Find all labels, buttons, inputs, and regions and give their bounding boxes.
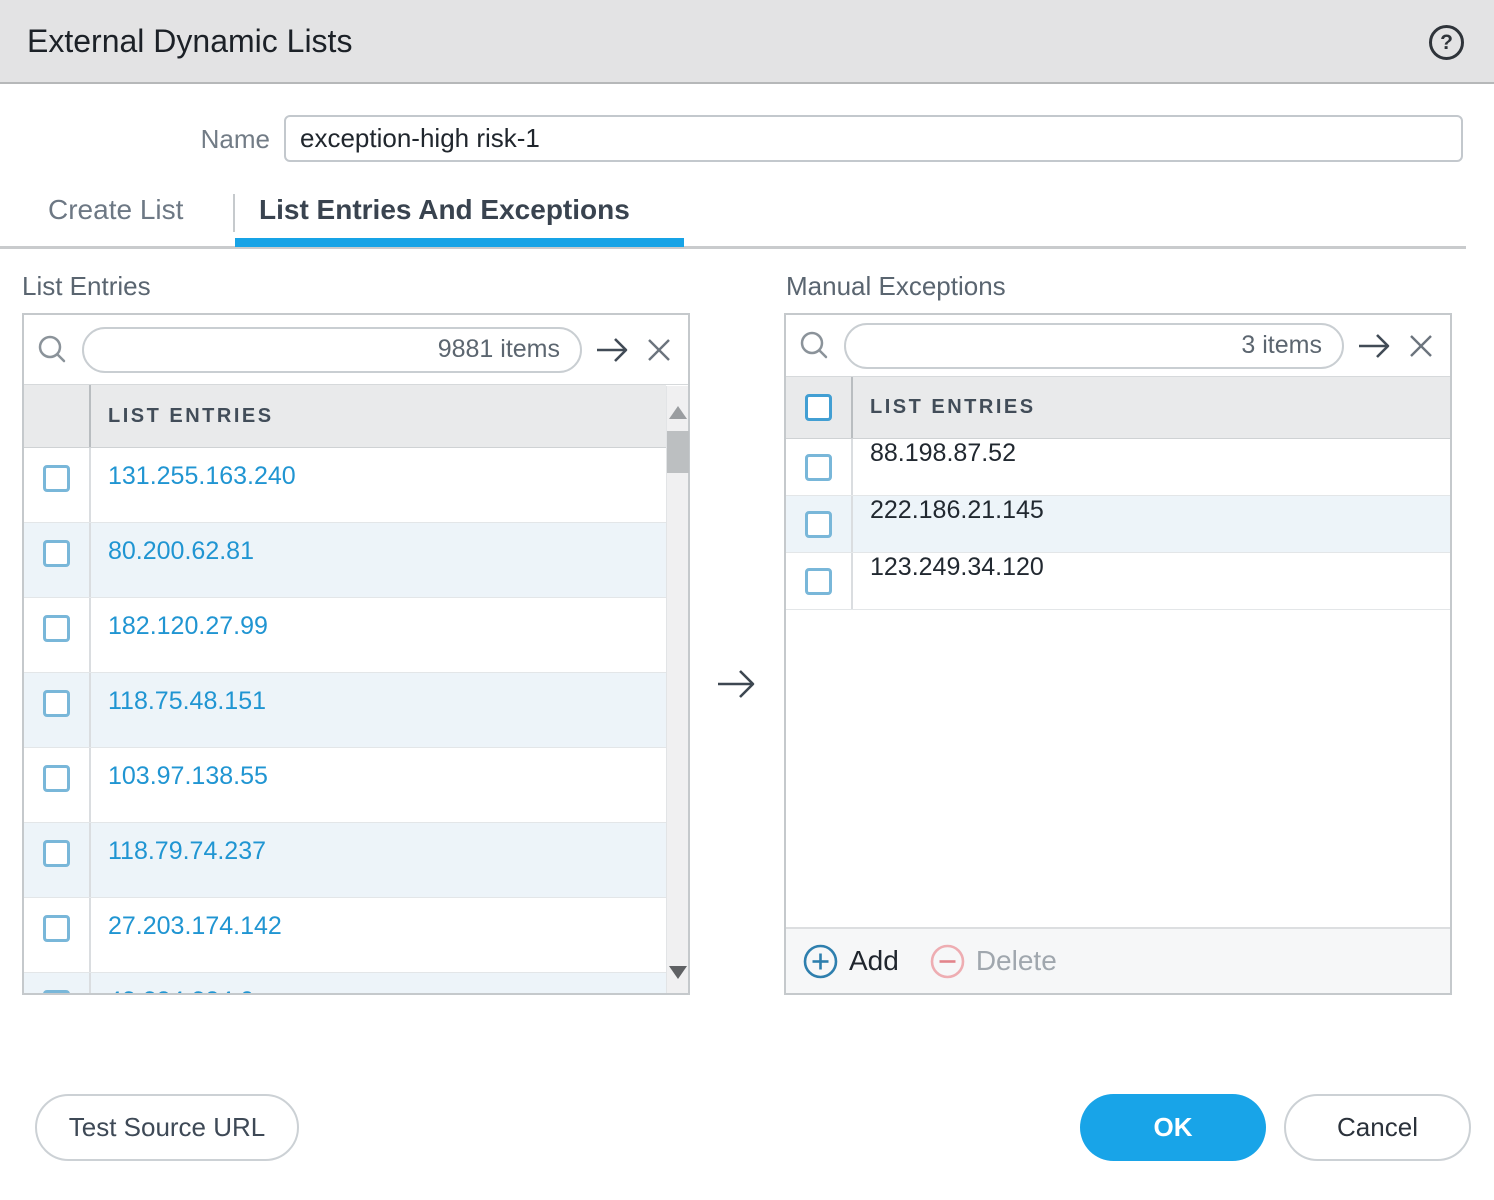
active-tab-underline xyxy=(235,238,684,247)
manual-exceptions-panel: 3 items LIST ENTRIES 88.198.87.52 222.18… xyxy=(784,313,1452,995)
page-title: External Dynamic Lists xyxy=(27,23,352,60)
row-checkbox[interactable] xyxy=(805,511,832,538)
list-entry-value: 103.97.138.55 xyxy=(91,748,268,822)
table-header: LIST ENTRIES xyxy=(786,377,1450,439)
search-pill: 3 items xyxy=(844,323,1344,369)
exception-row[interactable]: 88.198.87.52 xyxy=(786,439,1450,496)
row-checkbox[interactable] xyxy=(43,765,70,792)
list-entries-panel: 9881 items LIST ENTRIES 131.255.163.240 … xyxy=(22,313,690,995)
tab-create-list[interactable]: Create List xyxy=(48,194,183,226)
list-entries-rows: 131.255.163.240 80.200.62.81 182.120.27.… xyxy=(24,448,666,993)
delete-button[interactable]: Delete xyxy=(929,943,1057,980)
exception-row[interactable]: 222.186.21.145 xyxy=(786,496,1450,553)
row-checkbox[interactable] xyxy=(43,615,70,642)
exception-value: 222.186.21.145 xyxy=(853,496,1044,552)
search-submit-arrow-icon[interactable] xyxy=(594,333,632,367)
add-button[interactable]: Add xyxy=(802,943,899,980)
items-count: 9881 items xyxy=(438,335,560,364)
tab-separator xyxy=(233,194,235,232)
select-all-checkbox[interactable] xyxy=(805,394,832,421)
add-icon xyxy=(802,943,839,980)
list-entry-value: 118.75.48.151 xyxy=(91,673,266,747)
list-entry-value: 80.200.62.81 xyxy=(91,523,254,597)
scroll-up-icon[interactable] xyxy=(669,406,687,419)
cancel-button[interactable]: Cancel xyxy=(1284,1094,1471,1161)
search-pill: 9881 items xyxy=(82,327,582,373)
search-icon[interactable] xyxy=(34,332,70,368)
list-entry-row[interactable]: 42.234.234.0 xyxy=(24,973,666,993)
list-entry-row[interactable]: 27.203.174.142 xyxy=(24,898,666,973)
list-entry-row[interactable]: 103.97.138.55 xyxy=(24,748,666,823)
header-checkbox-column xyxy=(24,385,91,447)
name-field-label: Name xyxy=(0,124,270,155)
name-field[interactable] xyxy=(284,115,1463,162)
manual-exceptions-footer: Add Delete xyxy=(786,927,1450,993)
search-submit-arrow-icon[interactable] xyxy=(1356,329,1394,363)
list-entry-row[interactable]: 182.120.27.99 xyxy=(24,598,666,673)
column-header-list-entries: LIST ENTRIES xyxy=(91,385,666,447)
delete-icon xyxy=(929,943,966,980)
exception-row[interactable]: 123.249.34.120 xyxy=(786,553,1450,610)
list-entry-value: 42.234.234.0 xyxy=(91,973,254,993)
tab-bar-baseline xyxy=(0,246,1466,249)
search-input[interactable] xyxy=(104,335,438,365)
row-checkbox[interactable] xyxy=(43,990,70,993)
scrollbar-thumb[interactable] xyxy=(667,431,689,473)
list-entries-panel-title: List Entries xyxy=(22,271,151,302)
row-checkbox[interactable] xyxy=(805,568,832,595)
table-header: LIST ENTRIES xyxy=(24,385,666,448)
row-checkbox[interactable] xyxy=(43,915,70,942)
list-entry-row[interactable]: 131.255.163.240 xyxy=(24,448,666,523)
test-source-url-button[interactable]: Test Source URL xyxy=(35,1094,299,1161)
list-entry-value: 27.203.174.142 xyxy=(91,898,282,972)
row-checkbox[interactable] xyxy=(43,840,70,867)
clear-search-icon[interactable] xyxy=(644,335,674,365)
manual-exceptions-panel-title: Manual Exceptions xyxy=(786,271,1006,302)
list-entry-row[interactable]: 80.200.62.81 xyxy=(24,523,666,598)
column-header-list-entries: LIST ENTRIES xyxy=(853,377,1450,438)
transfer-arrow-icon xyxy=(714,662,760,711)
manual-exceptions-searchbar: 3 items xyxy=(786,315,1450,377)
row-checkbox[interactable] xyxy=(43,690,70,717)
list-entry-value: 118.79.74.237 xyxy=(91,823,266,897)
scroll-down-icon[interactable] xyxy=(669,966,687,979)
help-icon[interactable]: ? xyxy=(1429,25,1464,60)
row-checkbox[interactable] xyxy=(43,540,70,567)
row-checkbox[interactable] xyxy=(43,465,70,492)
list-entry-value: 182.120.27.99 xyxy=(91,598,268,672)
list-entry-value: 131.255.163.240 xyxy=(91,448,296,522)
search-input[interactable] xyxy=(866,331,1241,361)
dialog-titlebar: External Dynamic Lists ? xyxy=(0,0,1494,84)
vertical-scrollbar[interactable] xyxy=(666,386,688,993)
clear-search-icon[interactable] xyxy=(1406,331,1436,361)
row-checkbox[interactable] xyxy=(805,454,832,481)
search-icon[interactable] xyxy=(796,328,832,364)
tab-bar: Create List List Entries And Exceptions xyxy=(0,190,1494,250)
exception-value: 123.249.34.120 xyxy=(853,553,1044,609)
manual-exceptions-rows: 88.198.87.52 222.186.21.145 123.249.34.1… xyxy=(786,439,1450,769)
list-entries-searchbar: 9881 items xyxy=(24,315,688,385)
tab-list-entries-and-exceptions[interactable]: List Entries And Exceptions xyxy=(259,194,630,226)
list-entry-row[interactable]: 118.79.74.237 xyxy=(24,823,666,898)
ok-button[interactable]: OK xyxy=(1080,1094,1266,1161)
exception-value: 88.198.87.52 xyxy=(853,439,1016,495)
list-entry-row[interactable]: 118.75.48.151 xyxy=(24,673,666,748)
empty-rows-area xyxy=(786,769,1450,928)
items-count: 3 items xyxy=(1241,331,1322,360)
